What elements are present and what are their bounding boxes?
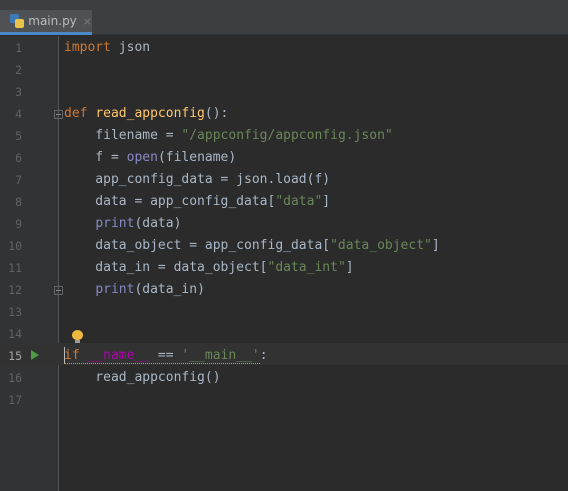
- line-number: 10: [8, 239, 22, 253]
- code-text: data_in = data_object[: [64, 260, 268, 275]
- builtin: open: [126, 150, 158, 165]
- code-line-8: data = app_config_data["data"]: [64, 191, 330, 213]
- lightbulb-icon[interactable]: [72, 330, 83, 344]
- line-number: 14: [8, 327, 22, 341]
- string-literal: "data_int": [267, 260, 346, 275]
- line-number: 8: [15, 195, 22, 209]
- line-number: 9: [15, 217, 22, 231]
- code-text: filename =: [64, 128, 182, 143]
- line-number: 2: [15, 63, 22, 77]
- code-line-7: app_config_data = json.load(f): [64, 172, 331, 187]
- code-text: ]: [322, 194, 331, 209]
- code-line-15: if __name__ == '__main__':: [64, 345, 268, 367]
- tab-main-py[interactable]: main.py ×: [0, 10, 92, 35]
- code-line-9: print(data): [64, 213, 181, 235]
- line-number: 7: [15, 173, 22, 187]
- line-number: 11: [8, 261, 22, 275]
- code-text: f =: [64, 150, 127, 165]
- line-number: 13: [8, 305, 22, 319]
- string-literal: "data_object": [330, 238, 432, 253]
- line-number: 4: [15, 107, 22, 121]
- code-text: (data): [134, 216, 182, 231]
- code-text: data_object = app_config_data[: [64, 238, 331, 253]
- string-literal: "data": [275, 194, 323, 209]
- code-text: json: [110, 40, 151, 55]
- tab-label: main.py: [28, 14, 77, 28]
- line-number-current: 15: [8, 349, 22, 363]
- keyword: def: [64, 106, 88, 121]
- code-text: ]: [345, 260, 354, 275]
- line-number: 1: [15, 41, 22, 55]
- line-number: 17: [8, 393, 22, 407]
- line-number: 12: [8, 283, 22, 297]
- line-number: 16: [8, 371, 22, 385]
- code-line-12: print(data_in): [64, 279, 205, 301]
- close-icon[interactable]: ×: [83, 15, 92, 28]
- string-literal: '__main__': [181, 348, 260, 363]
- code-line-6: f = open(filename): [64, 147, 236, 169]
- python-file-icon: [10, 14, 24, 28]
- code-text: ==: [150, 348, 182, 363]
- code-text: ]: [431, 238, 440, 253]
- code-line-1: import json: [64, 37, 150, 59]
- keyword: import: [64, 40, 111, 55]
- line-number: 3: [15, 85, 22, 99]
- code-line-10: data_object = app_config_data["data_obje…: [64, 235, 440, 257]
- builtin: print: [95, 216, 135, 231]
- code-line-16: read_appconfig(): [64, 370, 221, 385]
- magic-name: __name__: [87, 348, 151, 363]
- code-line-11: data_in = data_object["data_int"]: [64, 257, 354, 279]
- code-line-4: def read_appconfig():: [64, 103, 228, 125]
- text-caret: [64, 347, 65, 363]
- code-text: ():: [204, 106, 229, 121]
- function-name: read_appconfig: [95, 106, 205, 121]
- code-text: (filename): [157, 150, 237, 165]
- editor-tab-bar: main.py ×: [0, 0, 568, 35]
- line-number: 6: [15, 151, 22, 165]
- code-line-5: filename = "/appconfig/appconfig.json": [64, 125, 393, 147]
- fold-icon[interactable]: [54, 286, 63, 295]
- code-text: data = app_config_data[: [64, 194, 276, 209]
- code-text: :: [259, 348, 268, 363]
- code-text: (data_in): [134, 282, 205, 297]
- warning-underline: if __name__ == '__main__': [64, 348, 260, 364]
- line-number: 5: [15, 129, 22, 143]
- string-literal: "/appconfig/appconfig.json": [181, 128, 393, 143]
- run-icon[interactable]: [31, 350, 39, 360]
- keyword: if: [64, 348, 80, 363]
- builtin: print: [95, 282, 135, 297]
- fold-icon[interactable]: [54, 110, 63, 119]
